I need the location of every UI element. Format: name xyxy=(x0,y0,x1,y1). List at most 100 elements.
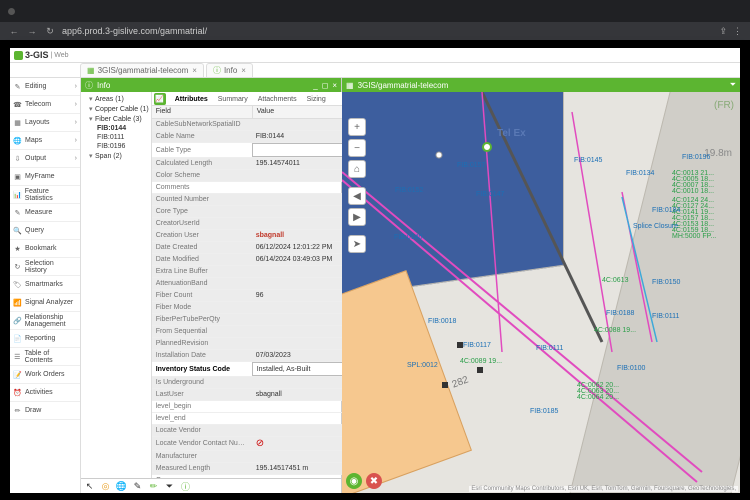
attr-field: FiberPerTubePerQty xyxy=(152,315,252,324)
tab-workspace[interactable]: ▦ 3GIS/gammatrial-telecom × xyxy=(80,63,204,77)
window-dot xyxy=(8,8,15,15)
app-titlebar: 3-GIS | Web xyxy=(10,48,740,63)
feature-tree[interactable]: ▾Areas (1)▾Copper Cable (1)▾Fiber Cable … xyxy=(81,92,152,478)
rail-item-draw[interactable]: ✏Draw xyxy=(10,402,80,420)
home-button[interactable]: ⌂ xyxy=(348,160,366,178)
close-icon[interactable]: × xyxy=(332,81,337,90)
zoom-in-button[interactable]: + xyxy=(348,118,366,136)
map-feature-label: FIB:0147 xyxy=(476,191,504,198)
map-feature-label: MH:5000 FP... xyxy=(672,233,716,240)
forward-icon[interactable]: → xyxy=(26,25,38,37)
close-icon[interactable]: × xyxy=(241,66,246,75)
tree-child[interactable]: FIB:0196 xyxy=(83,142,149,151)
map-controls-bottom: ◉ ✖ xyxy=(346,473,382,489)
tab-attachments[interactable]: Attachments xyxy=(253,94,302,105)
map-canvas[interactable]: Tel Ex 282 (FR) 19.8m Esri Community Map… xyxy=(342,92,740,493)
tab-info[interactable]: ⓘ Info × xyxy=(206,63,253,77)
attr-field: Cable Type xyxy=(152,146,252,155)
tab-summary[interactable]: Summary xyxy=(213,94,253,105)
logo-mark xyxy=(14,51,23,60)
attr-field: Creation User xyxy=(152,231,252,240)
tree-node[interactable]: ▾Areas (1) xyxy=(83,94,149,104)
map-feature-label: FIB:0111 xyxy=(652,313,679,320)
minimize-icon[interactable]: _ xyxy=(313,81,317,90)
map-header: ▦ 3GIS/gammatrial-telecom ⏷ xyxy=(342,78,740,92)
attr-field: Locate Vendor xyxy=(152,426,252,435)
rail-item-query[interactable]: 🔍Query xyxy=(10,222,80,240)
rail-item-editing[interactable]: ✎Editing› xyxy=(10,78,80,96)
globe-icon[interactable]: 🌐 xyxy=(116,481,127,492)
back-icon[interactable]: ← xyxy=(8,25,20,37)
rail-item-layouts[interactable]: ▦Layouts› xyxy=(10,114,80,132)
compass-button[interactable]: ➤ xyxy=(348,235,366,253)
target-icon[interactable]: ◎ xyxy=(100,481,111,492)
brand-text: 3-GIS xyxy=(25,50,49,60)
info-title: Info xyxy=(97,81,110,90)
rail-item-feature-statistics[interactable]: 📊Feature Statistics xyxy=(10,186,80,204)
rail-item-activities[interactable]: ⏰Activities xyxy=(10,384,80,402)
attr-field: Cable Name xyxy=(152,132,252,141)
close-icon[interactable]: × xyxy=(192,66,197,75)
tab-attributes[interactable]: Attributes xyxy=(170,94,213,105)
map-feature-label: FIB:0196 xyxy=(682,154,710,161)
attr-field: Comments xyxy=(152,183,252,192)
rail-item-telecom[interactable]: ☎Telecom› xyxy=(10,96,80,114)
edit-icon[interactable]: ✏ xyxy=(148,481,159,492)
map-feature-label: FIB:0100 xyxy=(617,365,645,372)
rail-item-output[interactable]: ⇩Output› xyxy=(10,150,80,168)
clear-button[interactable]: ✖ xyxy=(366,473,382,489)
rail-label: Draw xyxy=(25,407,41,414)
tree-node[interactable]: ▾Span (2) xyxy=(83,151,149,161)
map-feature-label: FIB:0140 xyxy=(394,234,422,241)
arrow-icon: ⇩ xyxy=(13,154,22,163)
brand-sub: | Web xyxy=(51,52,69,59)
rail-label: Signal Analyzer xyxy=(25,299,73,306)
attr-field: PlannedRevision xyxy=(152,339,252,348)
rail-item-measure[interactable]: ✎Measure xyxy=(10,204,80,222)
filter-icon[interactable]: ⏷ xyxy=(164,481,175,492)
zoom-out-button[interactable]: − xyxy=(348,139,366,157)
tree-node[interactable]: ▾Fiber Cable (3) xyxy=(83,114,149,124)
cursor-icon[interactable]: ↖ xyxy=(84,481,95,492)
browser-tab-strip xyxy=(0,0,750,22)
rail-item-selection-history[interactable]: ↻Selection History xyxy=(10,258,80,276)
report-icon: 📄 xyxy=(13,334,22,343)
rail-label: Reporting xyxy=(25,335,55,342)
tree-node[interactable]: ▾Copper Cable (1) xyxy=(83,104,149,114)
stats-icon: 📊 xyxy=(13,190,22,199)
filter-icon[interactable]: ⏷ xyxy=(730,80,736,90)
rail-item-bookmark[interactable]: ★Bookmark xyxy=(10,240,80,258)
rail-item-smartmarks[interactable]: 🏷Smartmarks xyxy=(10,276,80,294)
rail-item-myframe[interactable]: ▣MyFrame xyxy=(10,168,80,186)
app-window: 3-GIS | Web ▦ 3GIS/gammatrial-telecom × … xyxy=(10,48,740,493)
rail-label: Maps xyxy=(25,137,42,144)
share-icon[interactable]: ⇪ xyxy=(719,26,727,37)
tree-child[interactable]: FIB:0144 xyxy=(83,124,149,133)
tab-sizing[interactable]: Sizing xyxy=(302,94,331,105)
maximize-icon[interactable]: ◻ xyxy=(322,81,329,90)
attr-field: level_end xyxy=(152,414,252,423)
rail-item-table-of-contents[interactable]: ☰Table of Contents xyxy=(10,348,80,366)
attr-field: Date Modified xyxy=(152,255,252,264)
rail-item-maps[interactable]: 🌐Maps› xyxy=(10,132,80,150)
pencil-icon[interactable]: ✎ xyxy=(132,481,143,492)
rail-item-relationship-management[interactable]: 🔗Relationship Management xyxy=(10,312,80,330)
globe-icon: 🌐 xyxy=(13,136,22,145)
menu-icon[interactable]: ⋮ xyxy=(733,26,742,37)
rail-item-reporting[interactable]: 📄Reporting xyxy=(10,330,80,348)
info-icon[interactable]: ⓘ xyxy=(180,481,191,492)
rail-item-signal-analyzer[interactable]: 📶Signal Analyzer xyxy=(10,294,80,312)
next-extent-button[interactable]: ▶ xyxy=(348,208,366,226)
rail-item-work-orders[interactable]: 📝Work Orders xyxy=(10,366,80,384)
rail-label: Bookmark xyxy=(25,245,57,252)
prev-extent-button[interactable]: ◀ xyxy=(348,187,366,205)
info-panel: ⓘ Info _ ◻ × ▾Areas (1)▾Copper Cable (1)… xyxy=(81,78,342,493)
browser-address-bar[interactable]: ← → ↻ app6.prod.3-gislive.com/gammatrial… xyxy=(0,22,750,40)
layers-icon: ▦ xyxy=(87,66,95,75)
tree-child[interactable]: FIB:0111 xyxy=(83,133,149,142)
reload-icon[interactable]: ↻ xyxy=(44,25,56,37)
locate-button[interactable]: ◉ xyxy=(346,473,362,489)
signal-icon: 📶 xyxy=(13,298,22,307)
rail-label: Work Orders xyxy=(25,371,65,378)
url-text[interactable]: app6.prod.3-gislive.com/gammatrial/ xyxy=(62,26,713,36)
